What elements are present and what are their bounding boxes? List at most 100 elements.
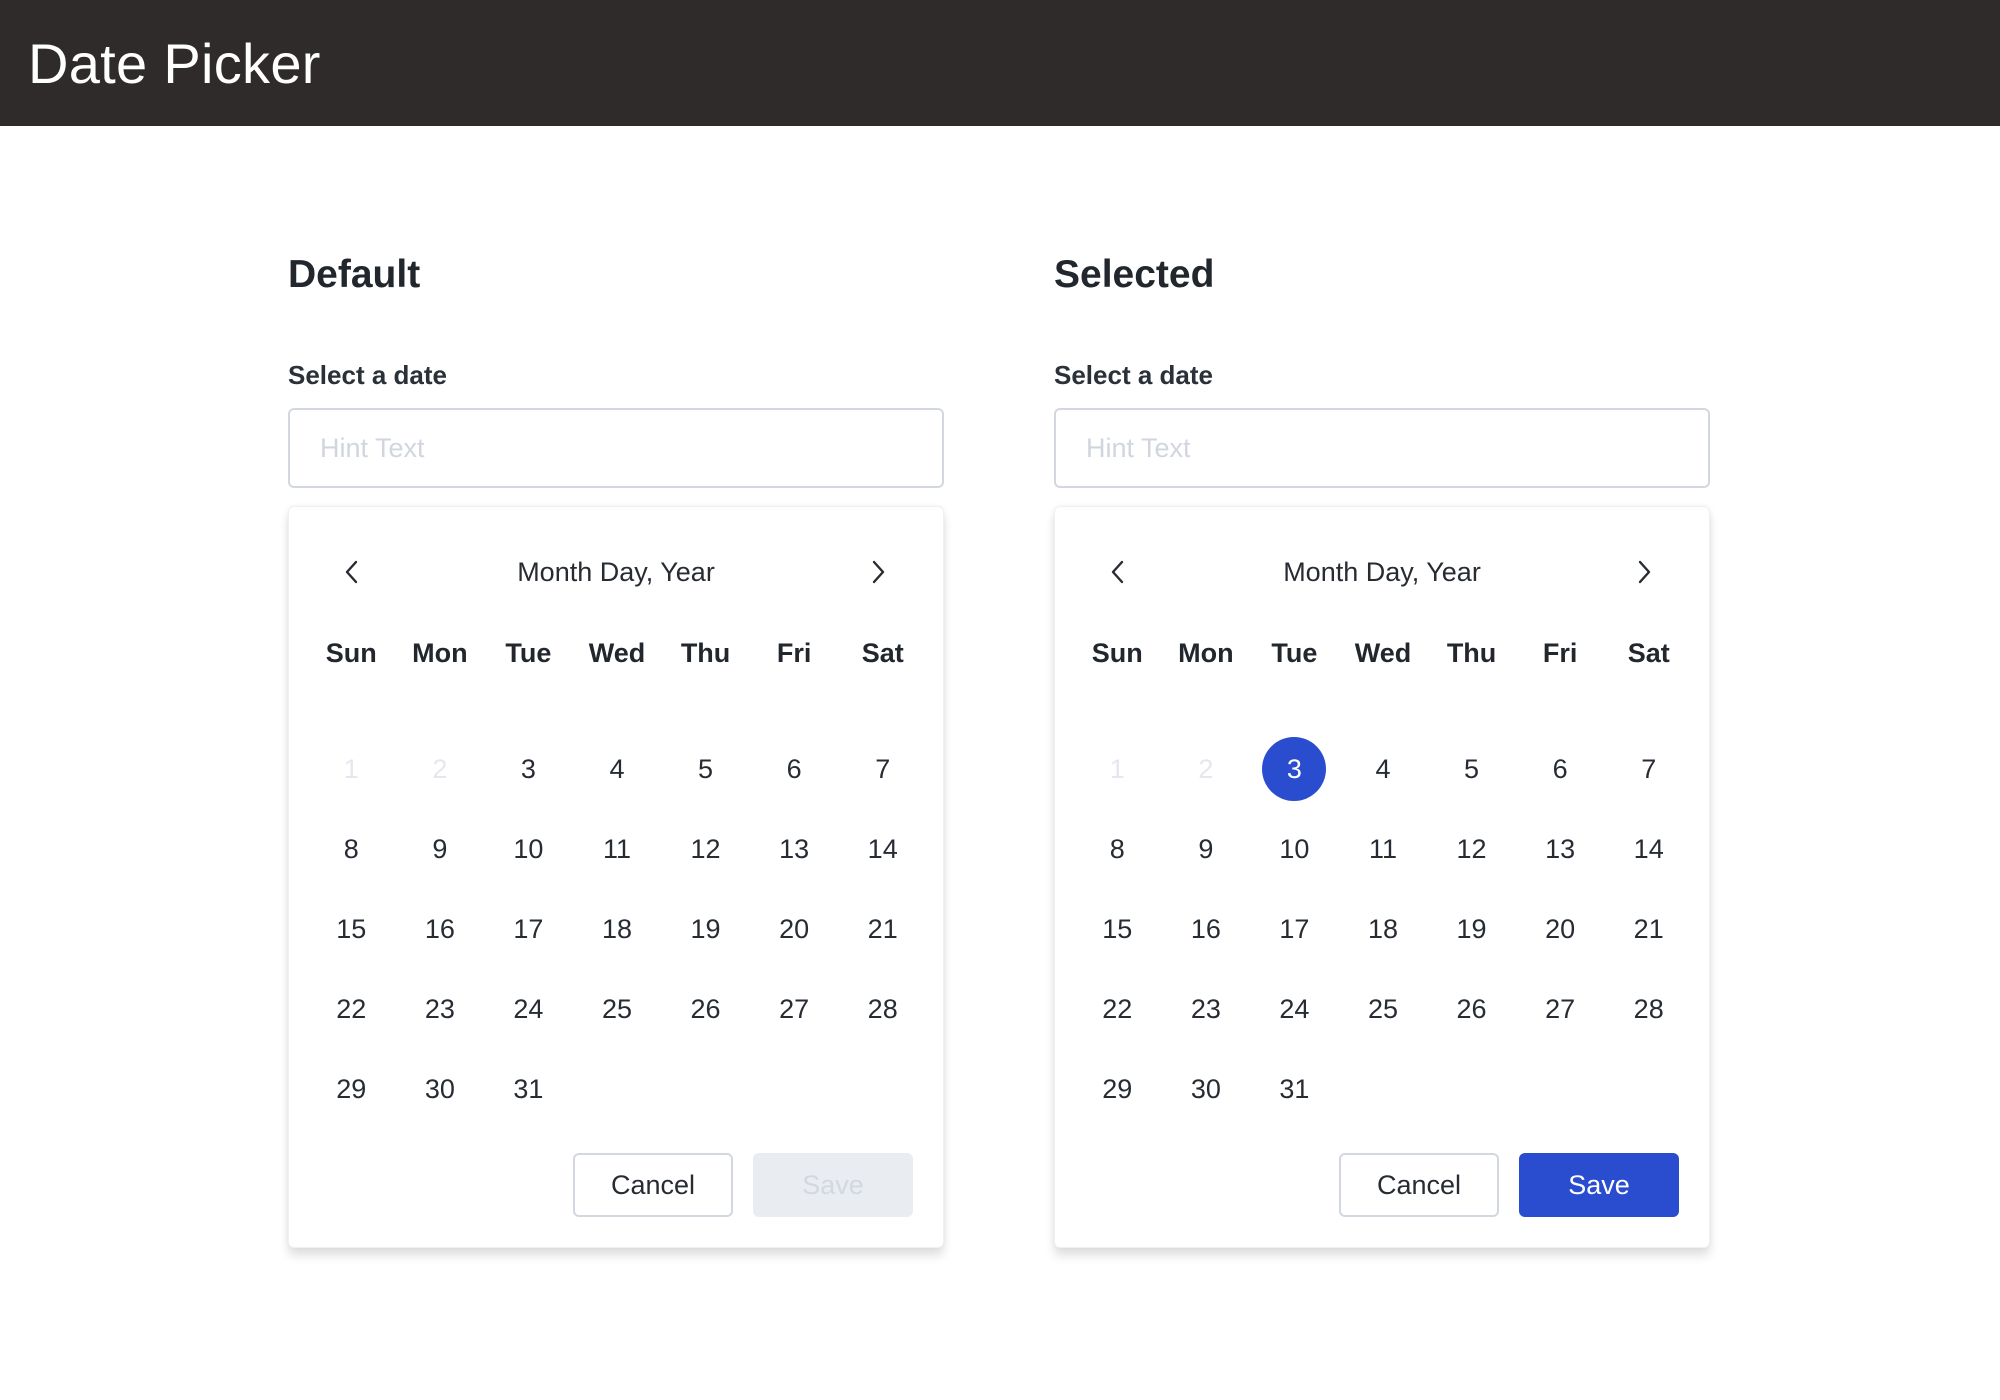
day-cell[interactable]: 10 (484, 809, 573, 889)
day-cell[interactable]: 9 (1162, 809, 1251, 889)
day-number: 16 (424, 913, 455, 944)
day-cell[interactable]: 25 (1339, 969, 1428, 1049)
day-number: 5 (698, 753, 714, 784)
day-number: 6 (1552, 753, 1568, 784)
calendar-actions: Cancel Save (1339, 1153, 1679, 1217)
day-cell[interactable]: 8 (1073, 809, 1162, 889)
day-cell[interactable]: 31 (484, 1049, 573, 1129)
day-cell[interactable]: 28 (1604, 969, 1693, 1049)
day-cell[interactable]: 7 (1604, 729, 1693, 809)
day-cell[interactable]: 12 (1427, 809, 1516, 889)
day-cell[interactable]: 13 (1516, 809, 1605, 889)
day-cell[interactable]: 11 (1339, 809, 1428, 889)
day-cell[interactable]: 18 (1339, 889, 1428, 969)
day-cell[interactable]: 22 (307, 969, 396, 1049)
day-cell[interactable]: 20 (1516, 889, 1605, 969)
weekday-label: Mon (1178, 638, 1234, 668)
day-number: 12 (690, 833, 721, 864)
day-cell[interactable]: 18 (573, 889, 662, 969)
field-label: Select a date (288, 360, 447, 390)
day-cell[interactable]: 28 (838, 969, 927, 1049)
day-cell[interactable]: 12 (661, 809, 750, 889)
day-number: 22 (1102, 993, 1133, 1024)
day-cell[interactable]: 11 (573, 809, 662, 889)
day-number: 8 (343, 833, 359, 864)
day-cell[interactable]: 21 (1604, 889, 1693, 969)
day-number: 31 (513, 1073, 544, 1104)
day-number: 29 (336, 1073, 367, 1104)
day-number: 2 (432, 753, 448, 784)
day-cell[interactable]: 24 (1250, 969, 1339, 1049)
day-cell[interactable]: 15 (307, 889, 396, 969)
day-cell[interactable]: 17 (1250, 889, 1339, 969)
next-month-button[interactable] (853, 547, 903, 597)
day-number: 15 (1102, 913, 1133, 944)
day-cell[interactable]: 19 (661, 889, 750, 969)
day-cell[interactable]: 13 (750, 809, 839, 889)
day-cell[interactable]: 15 (1073, 889, 1162, 969)
day-grid: 1 2 3 4 5 6 7 8 9 10 11 12 13 14 15 16 17 18 19 20 21 22 23 24 2… (1073, 729, 1693, 1129)
date-input[interactable] (288, 408, 944, 488)
day-cell[interactable]: 25 (573, 969, 662, 1049)
day-number: 10 (1279, 833, 1310, 864)
day-cell[interactable]: 27 (750, 969, 839, 1049)
day-cell[interactable]: 16 (396, 889, 485, 969)
day-number: 21 (867, 913, 898, 944)
day-number: 26 (1456, 993, 1487, 1024)
cancel-button[interactable]: Cancel (573, 1153, 733, 1217)
day-cell[interactable]: 17 (484, 889, 573, 969)
day-cell-selected[interactable]: 3 (1250, 729, 1339, 809)
day-cell[interactable]: 26 (1427, 969, 1516, 1049)
day-number: 17 (1279, 913, 1310, 944)
day-number: 27 (779, 993, 810, 1024)
day-cell[interactable]: 20 (750, 889, 839, 969)
save-button[interactable]: Save (1519, 1153, 1679, 1217)
day-number: 28 (867, 993, 898, 1024)
next-month-button[interactable] (1619, 547, 1669, 597)
day-number: 17 (513, 913, 544, 944)
day-cell[interactable]: 7 (838, 729, 927, 809)
calendar-popup: Month Day, Year Sun Mon Tue Wed Thu Fri Sat 12… (288, 506, 944, 1248)
day-cell[interactable]: 26 (661, 969, 750, 1049)
day-cell[interactable]: 30 (1162, 1049, 1251, 1129)
weekday-label: Thu (680, 638, 731, 668)
day-number: 19 (1456, 913, 1487, 944)
day-number: 25 (601, 993, 632, 1024)
day-cell[interactable]: 5 (1427, 729, 1516, 809)
day-cell[interactable]: 16 (1162, 889, 1251, 969)
day-cell[interactable]: 23 (396, 969, 485, 1049)
day-cell[interactable]: 10 (1250, 809, 1339, 889)
day-number: 25 (1367, 993, 1398, 1024)
day-number: 30 (424, 1073, 455, 1104)
day-cell[interactable]: 4 (1339, 729, 1428, 809)
day-cell[interactable]: 23 (1162, 969, 1251, 1049)
page-title: Date Picker (28, 31, 321, 95)
day-cell[interactable]: 29 (1073, 1049, 1162, 1129)
day-cell[interactable]: 5 (661, 729, 750, 809)
day-number: 18 (601, 913, 632, 944)
day-cell[interactable]: 3 (484, 729, 573, 809)
day-cell[interactable]: 31 (1250, 1049, 1339, 1129)
day-cell[interactable]: 6 (1516, 729, 1605, 809)
day-cell[interactable]: 6 (750, 729, 839, 809)
day-number: 3 (520, 753, 536, 784)
day-cell[interactable]: 8 (307, 809, 396, 889)
day-number: 24 (1279, 993, 1310, 1024)
day-cell[interactable]: 14 (838, 809, 927, 889)
day-cell[interactable]: 4 (573, 729, 662, 809)
day-number: 9 (432, 833, 448, 864)
cancel-button[interactable]: Cancel (1339, 1153, 1499, 1217)
day-cell[interactable]: 27 (1516, 969, 1605, 1049)
day-cell[interactable]: 22 (1073, 969, 1162, 1049)
day-cell[interactable]: 9 (396, 809, 485, 889)
day-cell[interactable]: 29 (307, 1049, 396, 1129)
day-cell[interactable]: 14 (1604, 809, 1693, 889)
day-cell[interactable]: 19 (1427, 889, 1516, 969)
day-cell[interactable]: 24 (484, 969, 573, 1049)
date-picker-default: Default Select a date Month Day, Year Su… (288, 250, 944, 1248)
day-number: 5 (1464, 753, 1480, 784)
day-cell[interactable]: 30 (396, 1049, 485, 1129)
save-button[interactable]: Save (753, 1153, 913, 1217)
day-cell[interactable]: 21 (838, 889, 927, 969)
date-input[interactable] (1054, 408, 1710, 488)
